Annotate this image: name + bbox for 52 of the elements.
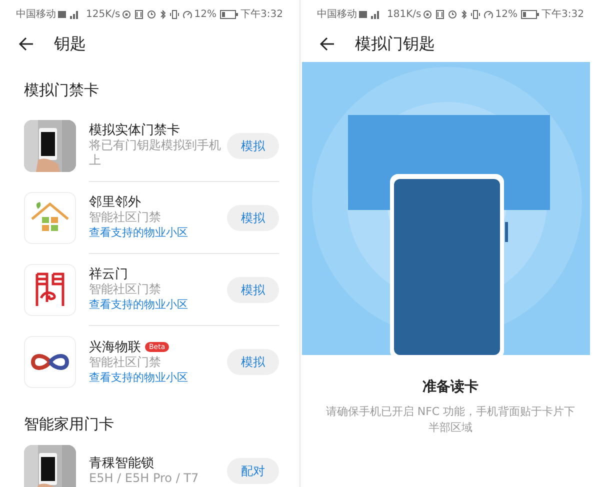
bluetooth-icon (160, 10, 166, 18)
battery-icon (520, 10, 539, 18)
item-title: 兴海物联 (89, 340, 141, 354)
bluetooth-icon (461, 10, 468, 18)
back-arrow-icon[interactable] (319, 37, 335, 51)
section-title: 模拟门禁卡 (23, 80, 100, 101)
battery-icon (220, 10, 238, 18)
vibrate-icon (170, 10, 180, 18)
clock-time: 下午3:32 (542, 8, 584, 22)
clock-time: 下午3:32 (240, 8, 283, 22)
page-title: 模拟门钥匙 (355, 33, 435, 55)
eye-icon (423, 10, 432, 18)
item-title: 祥云门 (89, 267, 128, 282)
item-title: 青稞智能锁 (89, 456, 154, 471)
prompt-text: 请确保手机已开启 NFC 功能，手机背面贴于卡片下半部区域 (326, 404, 576, 436)
vibrate-icon (471, 10, 480, 18)
nfc-icon (135, 10, 144, 18)
network-speed: 181K/s (387, 8, 422, 22)
speedometer-icon (484, 10, 494, 18)
item-subtitle: E5H / E5H Pro / T7 (89, 471, 200, 486)
signal-icon (359, 10, 381, 18)
section-title: 智能家用门卡 (23, 414, 115, 435)
speedometer-icon (183, 10, 192, 18)
alarm-icon (147, 10, 156, 18)
battery-percent: 12% (495, 8, 518, 22)
action-button[interactable]: 模拟 (227, 276, 279, 302)
action-button[interactable]: 模拟 (227, 132, 279, 158)
action-button[interactable]: 模拟 (227, 204, 279, 230)
carrier-name: 中国移动 (16, 8, 56, 22)
item-title: 邻里邻外 (89, 195, 141, 210)
signal-icon (58, 10, 80, 18)
page-title: 钥匙 (54, 33, 86, 55)
item-subtitle: 智能社区门禁 (89, 210, 162, 225)
item-title: 模拟实体门禁卡 (89, 123, 180, 138)
nfc-icon (436, 10, 444, 18)
action-button[interactable]: 模拟 (227, 349, 279, 375)
back-arrow-icon[interactable] (18, 37, 34, 51)
action-button[interactable]: 配对 (227, 458, 279, 484)
item-subtitle: 智能社区门禁 (89, 282, 162, 297)
carrier-name: 中国移动 (317, 8, 357, 22)
infinity-logo-icon (29, 352, 71, 372)
network-speed: 125K/s (86, 8, 120, 22)
alarm-icon (448, 10, 458, 18)
eye-icon (122, 10, 132, 18)
supported-communities-link[interactable]: 查看支持的物业小区 (89, 225, 221, 240)
supported-communities-link[interactable]: 查看支持的物业小区 (89, 370, 221, 384)
battery-percent: 12% (194, 8, 217, 22)
supported-communities-link[interactable]: 查看支持的物业小区 (89, 297, 221, 312)
gate-logo-icon (35, 272, 65, 308)
item-subtitle: 将已有门钥匙模拟到手机上 (89, 138, 221, 168)
item-subtitle: 智能社区门禁 (89, 354, 162, 370)
prompt-title: 准备读卡 (422, 378, 480, 397)
